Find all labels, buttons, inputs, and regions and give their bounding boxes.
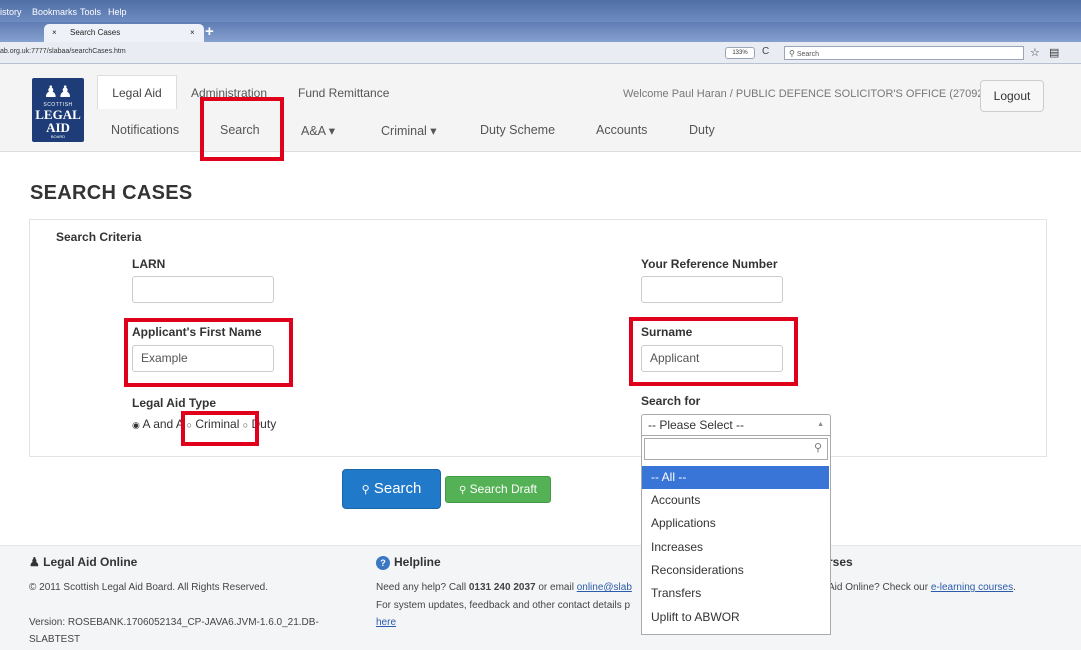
reference-number-input[interactable] bbox=[641, 276, 783, 303]
footer-courses-heading: rses bbox=[828, 555, 853, 569]
nav-criminal[interactable]: Criminal ▾ bbox=[381, 123, 437, 138]
nav-notifications[interactable]: Notifications bbox=[111, 123, 179, 137]
dropdown-search-input[interactable]: ⚲ bbox=[644, 438, 828, 460]
dropdown-option[interactable]: Increases bbox=[642, 536, 829, 559]
new-tab-button[interactable]: + bbox=[205, 23, 214, 40]
browser-navbar: ab.org.uk:7777/slabaa/searchCases.htm 13… bbox=[0, 42, 1081, 64]
tab-close-icon-right[interactable]: × bbox=[190, 28, 195, 37]
search-button-label: Search bbox=[373, 480, 422, 497]
larn-label: LARN bbox=[132, 257, 166, 271]
search-icon: ⚲ bbox=[789, 49, 795, 58]
reload-icon[interactable]: C bbox=[762, 46, 769, 57]
dropdown-option[interactable]: Reconsiderations bbox=[642, 559, 829, 582]
menu-bookmarks[interactable]: Bookmarks bbox=[32, 7, 77, 17]
legal-aid-icon: ♟ bbox=[29, 555, 40, 569]
logo-text-aid: AID bbox=[46, 120, 70, 135]
browser-search-input[interactable]: ⚲ Search bbox=[784, 46, 1024, 60]
nav-duty[interactable]: Duty bbox=[689, 123, 715, 137]
search-icon: ⚲ bbox=[361, 484, 370, 496]
search-for-dropdown bbox=[641, 435, 831, 635]
page-title: SEARCH CASES bbox=[30, 182, 193, 204]
footer-helpline-line2: For system updates, feedback and other c… bbox=[376, 600, 631, 611]
footer-version-2: SLABTEST bbox=[29, 634, 81, 645]
dropdown-option[interactable]: -- All -- bbox=[642, 466, 829, 489]
search-for-select[interactable]: -- Please Select -- ▲ bbox=[641, 414, 831, 436]
legal-aid-type-label: Legal Aid Type bbox=[132, 396, 217, 410]
helpline-email-link[interactable]: online@slab bbox=[577, 582, 632, 593]
toolbar-icons[interactable]: ☆ ▤ bbox=[1030, 46, 1059, 59]
radio-a-and-a-label: A and A bbox=[142, 417, 184, 431]
helpline-text-a: Need any help? Call bbox=[376, 582, 469, 593]
highlight-box-surname bbox=[629, 317, 798, 386]
dropdown-option[interactable]: Transfers bbox=[642, 582, 829, 605]
highlight-box-search-nav bbox=[200, 97, 284, 161]
search-icon: ⚲ bbox=[458, 485, 467, 496]
footer-version: Version: ROSEBANK.1706052134_CP-JAVA6.JV… bbox=[29, 617, 319, 628]
search-draft-button[interactable]: ⚲ Search Draft bbox=[445, 476, 551, 503]
footer-copyright: © 2011 Scottish Legal Aid Board. All Rig… bbox=[29, 582, 268, 593]
search-for-selected: -- Please Select -- bbox=[648, 418, 745, 432]
tab-title: Search Cases bbox=[70, 28, 121, 37]
bookmark-star-icon[interactable]: ☆ bbox=[1030, 47, 1040, 59]
logout-button[interactable]: Logout bbox=[980, 80, 1044, 112]
help-icon: ? bbox=[376, 556, 390, 570]
menu-history[interactable]: istory bbox=[0, 7, 22, 17]
highlight-box-criminal bbox=[181, 411, 259, 446]
library-icon[interactable]: ▤ bbox=[1049, 47, 1059, 59]
search-draft-label: Search Draft bbox=[469, 482, 538, 496]
courses-text: Aid Online? Check our bbox=[828, 582, 931, 593]
menu-tools[interactable]: Tools bbox=[80, 7, 101, 17]
menu-help[interactable]: Help bbox=[108, 7, 127, 17]
nav-accounts[interactable]: Accounts bbox=[596, 123, 647, 137]
highlight-box-first-name bbox=[124, 318, 293, 387]
dropdown-option[interactable]: Accounts bbox=[642, 489, 829, 512]
search-button[interactable]: ⚲ Search bbox=[342, 469, 441, 509]
logo-text-board: BOARD bbox=[50, 134, 66, 139]
footer-courses-text: Aid Online? Check our e-learning courses… bbox=[828, 582, 1016, 593]
app-header: ♟♟ SCOTTISH LEGAL AID BOARD Legal Aid Ad… bbox=[0, 64, 1081, 152]
nav-a-and-a[interactable]: A&A ▾ bbox=[301, 123, 335, 138]
helpline-text-b: or email bbox=[535, 582, 577, 593]
radio-a-and-a[interactable]: ◉ bbox=[132, 420, 140, 430]
nav-duty-scheme[interactable]: Duty Scheme bbox=[480, 123, 555, 137]
browser-menubar: istory Bookmarks Tools Help bbox=[0, 0, 1081, 22]
search-for-label: Search for bbox=[641, 394, 701, 408]
reference-number-label: Your Reference Number bbox=[641, 257, 778, 271]
footer-col1-title: Legal Aid Online bbox=[43, 555, 138, 569]
tab-legal-aid[interactable]: Legal Aid bbox=[97, 75, 177, 109]
search-criteria-heading: Search Criteria bbox=[56, 230, 142, 244]
search-icon: ⚲ bbox=[813, 442, 822, 454]
footer-col2-title: Helpline bbox=[394, 555, 441, 569]
url-bar[interactable]: ab.org.uk:7777/slabaa/searchCases.htm bbox=[0, 48, 126, 55]
courses-end: . bbox=[1013, 582, 1016, 593]
browser-search-placeholder: Search bbox=[796, 51, 819, 58]
tab-close-icon[interactable]: × bbox=[52, 28, 57, 37]
browser-tab[interactable]: × Search Cases × bbox=[44, 24, 204, 42]
people-icon: ♟♟ bbox=[43, 84, 73, 101]
zoom-indicator[interactable]: 133% bbox=[725, 47, 755, 59]
footer-here-link[interactable]: here bbox=[376, 617, 396, 628]
tab-fund-remittance[interactable]: Fund Remittance bbox=[298, 86, 389, 100]
dropdown-arrow-icon: ▲ bbox=[817, 421, 824, 428]
welcome-text: Welcome Paul Haran / PUBLIC DEFENCE SOLI… bbox=[623, 88, 988, 100]
footer-helpline-text: Need any help? Call 0131 240 2037 or ema… bbox=[376, 582, 632, 593]
browser-tabstrip: × Search Cases × + bbox=[0, 22, 1081, 42]
footer-helpline-heading: ? Helpline bbox=[376, 555, 441, 570]
e-learning-link[interactable]: e-learning courses bbox=[931, 582, 1013, 593]
slab-logo[interactable]: ♟♟ SCOTTISH LEGAL AID BOARD bbox=[32, 78, 84, 142]
footer bbox=[0, 545, 1081, 650]
helpline-phone: 0131 240 2037 bbox=[468, 582, 536, 593]
larn-input[interactable] bbox=[132, 276, 274, 303]
footer-legal-aid-online-heading: ♟ Legal Aid Online bbox=[29, 555, 137, 569]
dropdown-option[interactable]: Applications bbox=[642, 512, 829, 535]
dropdown-option[interactable]: Uplift to ABWOR bbox=[642, 606, 829, 629]
